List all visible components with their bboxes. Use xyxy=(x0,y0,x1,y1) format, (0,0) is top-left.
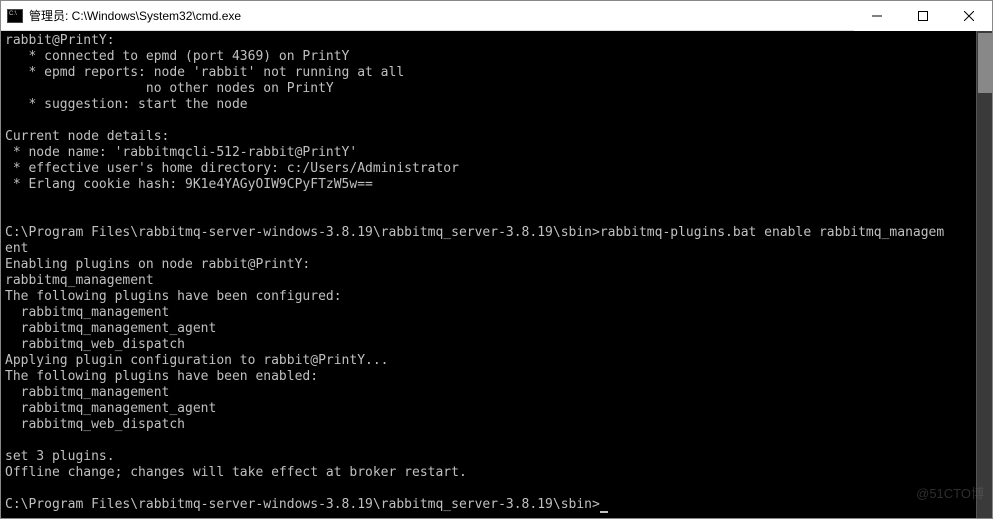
terminal-line: rabbitmq_management xyxy=(5,273,154,288)
terminal-line: rabbitmq_management_agent xyxy=(5,321,216,336)
minimize-button[interactable] xyxy=(854,1,900,31)
maximize-icon xyxy=(918,11,928,21)
close-button[interactable] xyxy=(946,1,992,31)
minimize-icon xyxy=(872,11,882,21)
terminal-line: * node name: 'rabbitmqcli-512-rabbit@Pri… xyxy=(5,145,357,160)
terminal-line: rabbitmq_management xyxy=(5,305,169,320)
terminal-line: C:\Program Files\rabbitmq-server-windows… xyxy=(5,225,944,240)
terminal-output: rabbit@PrintY: * connected to epmd (port… xyxy=(3,33,990,513)
watermark: @51CTO博 xyxy=(916,486,984,502)
terminal-line: rabbitmq_management_agent xyxy=(5,401,216,416)
terminal-line: * suggestion: start the node xyxy=(5,97,248,112)
terminal-line: no other nodes on PrintY xyxy=(5,81,334,96)
terminal-line: * epmd reports: node 'rabbit' not runnin… xyxy=(5,65,404,80)
cmd-window: 管理员: C:\Windows\System32\cmd.exe rabbit@… xyxy=(0,0,993,519)
terminal-line: rabbit@PrintY: xyxy=(5,33,115,48)
terminal-line: rabbitmq_management xyxy=(5,385,169,400)
titlebar-controls xyxy=(854,1,992,31)
terminal-line: ent xyxy=(5,241,28,256)
terminal-line: The following plugins have been configur… xyxy=(5,289,342,304)
cmd-icon xyxy=(7,9,23,23)
titlebar-left: 管理员: C:\Windows\System32\cmd.exe xyxy=(1,7,241,24)
maximize-button[interactable] xyxy=(900,1,946,31)
terminal-line: * connected to epmd (port 4369) on Print… xyxy=(5,49,349,64)
terminal-line: The following plugins have been enabled: xyxy=(5,369,318,384)
window-title: 管理员: C:\Windows\System32\cmd.exe xyxy=(29,7,241,24)
cursor xyxy=(600,511,608,513)
terminal-area[interactable]: rabbit@PrintY: * connected to epmd (port… xyxy=(1,31,992,518)
terminal-line: rabbitmq_web_dispatch xyxy=(5,417,185,432)
titlebar: 管理员: C:\Windows\System32\cmd.exe xyxy=(1,1,992,31)
terminal-line: Enabling plugins on node rabbit@PrintY: xyxy=(5,257,310,272)
terminal-line: * Erlang cookie hash: 9K1e4YAGyOIW9CPyFT… xyxy=(5,177,373,192)
terminal-line: rabbitmq_web_dispatch xyxy=(5,337,185,352)
scrollbar-thumb[interactable] xyxy=(978,33,992,93)
scrollbar[interactable] xyxy=(976,31,992,518)
terminal-line: Offline change; changes will take effect… xyxy=(5,465,467,480)
terminal-line: Applying plugin configuration to rabbit@… xyxy=(5,353,389,368)
terminal-prompt: C:\Program Files\rabbitmq-server-windows… xyxy=(5,497,600,512)
terminal-line: Current node details: xyxy=(5,129,169,144)
terminal-line: set 3 plugins. xyxy=(5,449,115,464)
close-icon xyxy=(964,11,974,21)
terminal-line: * effective user's home directory: c:/Us… xyxy=(5,161,459,176)
